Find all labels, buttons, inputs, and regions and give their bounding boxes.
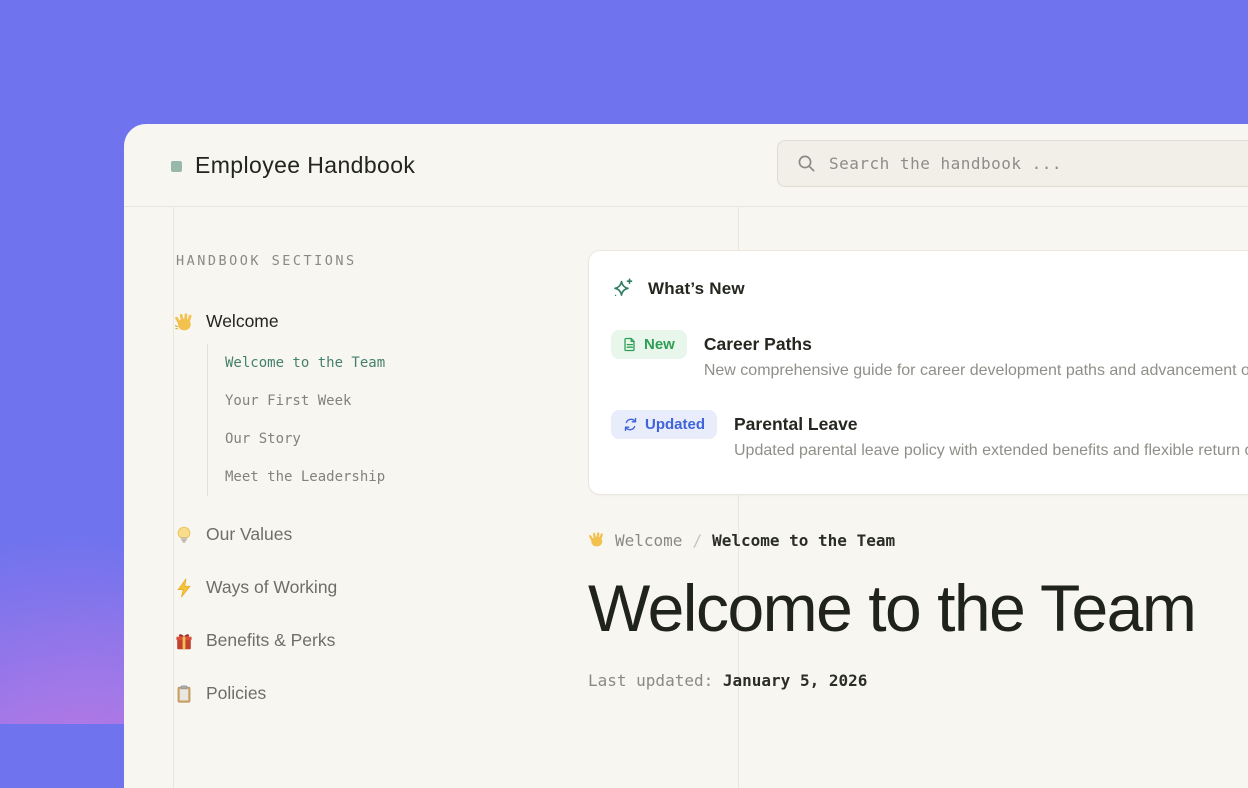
logo-square-icon (171, 161, 182, 172)
sidebar-item-label: Policies (206, 683, 266, 704)
sidebar-item-ways-of-working[interactable]: Ways of Working (174, 577, 574, 598)
news-text: Parental Leave Updated parental leave po… (734, 410, 1248, 460)
news-text: Career Paths New comprehensive guide for… (704, 330, 1248, 380)
breadcrumb: Welcome / Welcome to the Team (588, 531, 1248, 550)
sidebar-item-our-values[interactable]: Our Values (174, 524, 574, 545)
app-header: Employee Handbook Search the handbook ..… (124, 124, 1248, 207)
welcome-sub-list: Welcome to the Team Your First Week Our … (207, 344, 574, 496)
news-item-description: Updated parental leave policy with exten… (734, 442, 1248, 460)
sidebar-item-policies[interactable]: Policies (174, 683, 574, 704)
news-item-description: New comprehensive guide for career devel… (704, 362, 1248, 380)
news-item-career-paths[interactable]: New Career Paths New comprehensive guide… (611, 330, 1248, 380)
sub-item-your-first-week[interactable]: Your First Week (225, 382, 574, 420)
whats-new-header: What’s New (611, 277, 1248, 300)
whats-new-card: What’s New New Career Paths New com (588, 250, 1248, 495)
sidebar-heading: HANDBOOK SECTIONS (176, 253, 574, 269)
updated-badge: Updated (611, 410, 717, 439)
sub-item-meet-the-leadership[interactable]: Meet the Leadership (225, 458, 574, 496)
new-badge: New (611, 330, 687, 359)
sub-item-welcome-to-the-team[interactable]: Welcome to the Team (225, 344, 574, 382)
sidebar-item-benefits-perks[interactable]: Benefits & Perks (174, 630, 574, 651)
sidebar-item-label: Our Values (206, 524, 292, 545)
handbook-window: Employee Handbook Search the handbook ..… (124, 124, 1248, 788)
sub-item-our-story[interactable]: Our Story (225, 420, 574, 458)
news-item-title: Career Paths (704, 333, 1248, 355)
last-updated-label: Last updated: (588, 671, 713, 690)
waving-hand-icon (174, 312, 194, 332)
whats-new-title: What’s New (648, 279, 745, 299)
clipboard-icon (174, 684, 194, 704)
app-brand: Employee Handbook (171, 124, 415, 207)
lightning-bolt-icon (174, 578, 194, 598)
search-input[interactable]: Search the handbook ... (777, 140, 1248, 187)
light-bulb-icon (174, 525, 194, 545)
breadcrumb-current: Welcome to the Team (712, 531, 895, 550)
document-icon (623, 337, 637, 352)
waving-hand-icon (588, 531, 605, 548)
main-content: What’s New New Career Paths New com (588, 207, 1248, 690)
gift-icon (174, 631, 194, 651)
last-updated: Last updated: January 5, 2026 (588, 671, 1248, 690)
search-placeholder: Search the handbook ... (829, 154, 1062, 173)
news-item-title: Parental Leave (734, 413, 1248, 435)
breadcrumb-section[interactable]: Welcome (615, 531, 682, 550)
app-title: Employee Handbook (195, 152, 415, 179)
search-icon (797, 154, 816, 173)
badge-label: Updated (645, 416, 705, 433)
badge-label: New (644, 336, 675, 353)
sidebar-item-welcome[interactable]: Welcome (174, 311, 574, 332)
sidebar-item-label: Ways of Working (206, 577, 337, 598)
sparkles-icon (611, 277, 634, 300)
breadcrumb-separator: / (692, 531, 702, 550)
refresh-icon (623, 417, 638, 432)
news-item-parental-leave[interactable]: Updated Parental Leave Updated parental … (611, 410, 1248, 460)
sidebar-item-label: Benefits & Perks (206, 630, 335, 651)
last-updated-value: January 5, 2026 (723, 671, 868, 690)
page-title: Welcome to the Team (588, 574, 1248, 643)
sidebar: HANDBOOK SECTIONS Welcome (174, 207, 574, 704)
sidebar-item-label: Welcome (206, 311, 279, 332)
